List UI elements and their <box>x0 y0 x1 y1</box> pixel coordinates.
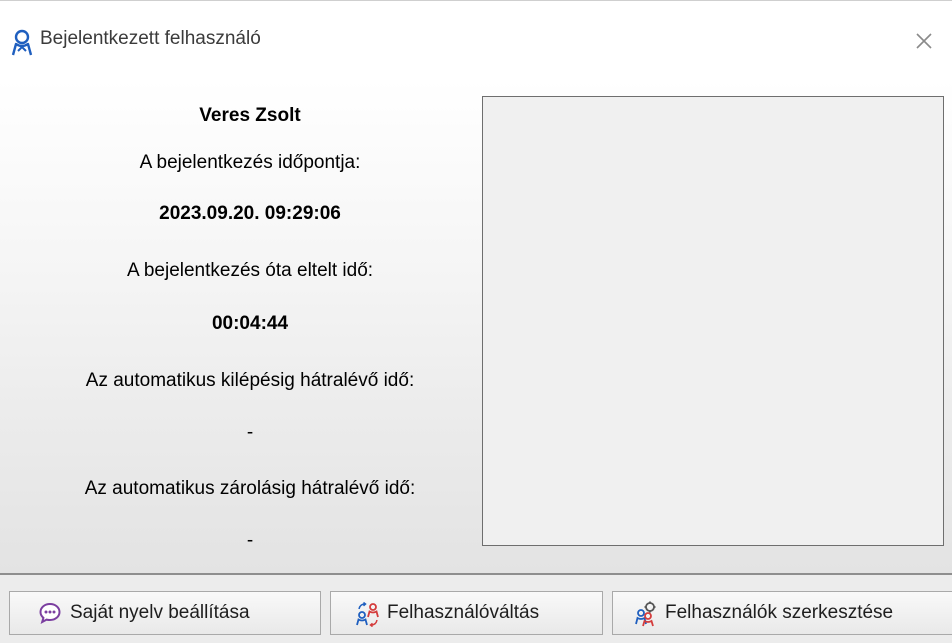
edit-users-button[interactable]: Felhasználók szerkesztése <box>612 591 952 635</box>
close-icon <box>916 33 932 49</box>
auto-logout-value: - <box>246 422 254 443</box>
users-settings-icon <box>633 601 657 627</box>
title-bar: Bejelentkezett felhasználó <box>0 1 952 79</box>
window-title: Bejelentkezett felhasználó <box>40 28 261 49</box>
user-name: Veres Zsolt <box>199 105 301 126</box>
edit-users-label: Felhasználók szerkesztése <box>665 602 894 623</box>
set-language-button[interactable]: Saját nyelv beállítása <box>9 591 321 635</box>
user-icon <box>10 29 34 57</box>
switch-user-label: Felhasználóváltás <box>387 602 540 623</box>
auto-lock-value: - <box>246 530 254 551</box>
switch-user-icon <box>355 601 379 628</box>
set-language-label: Saját nyelv beállítása <box>70 602 250 623</box>
auto-lock-label: Az automatikus zárolásig hátralévő idő: <box>84 478 416 499</box>
close-button[interactable] <box>904 23 944 59</box>
auto-logout-label: Az automatikus kilépésig hátralévő idő: <box>85 370 415 391</box>
elapsed-time-label: A bejelentkezés óta eltelt idő: <box>126 260 374 281</box>
button-bar: Saját nyelv beállítása Felhasználóváltás <box>0 573 952 643</box>
login-time-value: 2023.09.20. 09:29:06 <box>159 203 341 224</box>
switch-user-button[interactable]: Felhasználóváltás <box>330 591 603 635</box>
elapsed-time-value: 00:04:44 <box>211 313 289 334</box>
login-time-label: A bejelentkezés időpontja: <box>139 152 361 173</box>
speech-bubble-icon <box>38 601 62 625</box>
user-photo-box <box>482 96 944 546</box>
content-area: Veres Zsolt A bejelentkezés időpontja: 2… <box>0 79 952 573</box>
logged-in-user-window: Bejelentkezett felhasználó Veres Zsolt A… <box>0 0 952 643</box>
